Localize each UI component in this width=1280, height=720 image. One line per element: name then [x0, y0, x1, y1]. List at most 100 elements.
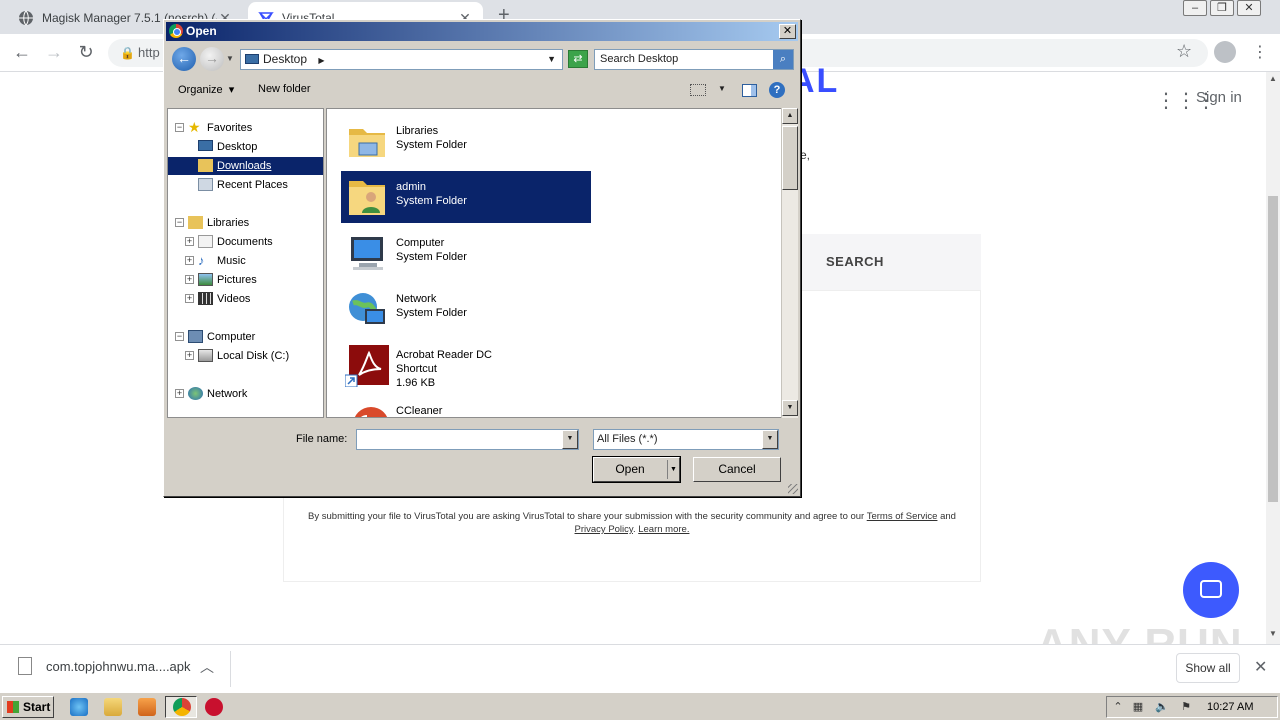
close-window-button[interactable]: ✕	[1237, 0, 1261, 16]
forward-arrow-icon[interactable]: →	[200, 47, 224, 71]
scroll-thumb[interactable]	[1268, 196, 1278, 502]
expand-icon[interactable]: +	[185, 351, 194, 360]
clock[interactable]: 10:27 AM	[1207, 701, 1253, 713]
resize-grip[interactable]	[788, 484, 798, 494]
expand-icon[interactable]: +	[185, 256, 194, 265]
chevron-down-icon[interactable]: ▼	[562, 430, 578, 449]
internet-explorer-icon[interactable]	[70, 698, 88, 716]
start-button[interactable]: Start	[2, 696, 54, 718]
back-arrow-icon[interactable]: ←	[172, 47, 196, 71]
collapse-icon[interactable]: −	[175, 332, 184, 341]
file-name: Acrobat Reader DC	[396, 349, 492, 361]
chrome-taskbar-button[interactable]	[165, 696, 197, 718]
show-hidden-icons-icon[interactable]: ⌃	[1111, 700, 1125, 714]
file-name-label: File name:	[296, 433, 348, 445]
expand-icon[interactable]: +	[185, 294, 194, 303]
file-item-network[interactable]: Network System Folder	[341, 283, 591, 335]
file-item-acrobat[interactable]: Acrobat Reader DC Shortcut 1.96 KB	[341, 339, 591, 391]
nav-recent-places[interactable]: Recent Places	[168, 176, 323, 194]
chevron-down-icon[interactable]: ▼	[718, 84, 726, 93]
scroll-up-icon[interactable]: ▲	[782, 108, 798, 124]
chat-button[interactable]	[1183, 562, 1239, 618]
sign-in-link[interactable]: Sign in	[1196, 89, 1242, 106]
file-name: Network	[396, 293, 437, 305]
help-icon[interactable]: ?	[769, 82, 785, 98]
profile-avatar[interactable]	[1214, 41, 1236, 63]
action-center-flag-icon[interactable]: ⚑	[1179, 700, 1193, 714]
dialog-close-button[interactable]: ✕	[779, 24, 796, 39]
minimize-button[interactable]: –	[1183, 0, 1207, 16]
chevron-up-icon[interactable]: ︿	[200, 657, 214, 677]
close-icon[interactable]: ✕	[1254, 657, 1267, 677]
open-button[interactable]: Open ▼	[592, 456, 681, 483]
chevron-down-icon[interactable]: ▼	[667, 460, 679, 479]
volume-icon[interactable]: 🔈	[1155, 700, 1169, 714]
nav-label: Local Disk (C:)	[217, 350, 290, 362]
expand-icon[interactable]: +	[175, 389, 184, 398]
videos-film-icon	[198, 292, 213, 305]
more-menu-icon[interactable]: ⋮	[1252, 42, 1268, 62]
file-item-admin[interactable]: admin System Folder	[341, 171, 591, 223]
location-breadcrumb[interactable]: Desktop ▶ ▼	[240, 49, 563, 70]
nav-local-disk[interactable]: + Local Disk (C:)	[168, 347, 323, 365]
privacy-link[interactable]: Privacy Policy	[575, 524, 633, 535]
scroll-down-icon[interactable]: ▼	[782, 400, 798, 416]
scroll-up-icon[interactable]: ▲	[1269, 74, 1277, 83]
chevron-down-icon[interactable]: ▼	[762, 430, 778, 449]
chevron-right-icon[interactable]: ▶	[318, 56, 324, 65]
collapse-icon[interactable]: −	[175, 218, 184, 227]
tab-search[interactable]: SEARCH	[826, 254, 884, 269]
refresh-icon[interactable]: ⇄	[568, 50, 588, 68]
chevron-down-icon[interactable]: ▼	[547, 50, 556, 69]
dialog-title-bar[interactable]: Open	[166, 22, 798, 41]
new-folder-button[interactable]: New folder	[258, 83, 311, 95]
nav-videos[interactable]: + Videos	[168, 290, 323, 308]
nav-libraries[interactable]: − Libraries	[168, 214, 323, 232]
show-all-button[interactable]: Show all	[1176, 653, 1240, 683]
file-list-scrollbar[interactable]: ▲ ▼	[781, 108, 798, 418]
explorer-folder-icon[interactable]	[104, 698, 122, 716]
downloads-folder-icon	[198, 159, 213, 172]
maximize-button[interactable]: ❐	[1210, 0, 1234, 16]
nav-network[interactable]: + Network	[168, 385, 323, 403]
page-scrollbar[interactable]: ▲ ▼	[1266, 72, 1280, 644]
nav-music[interactable]: + ♪ Music	[168, 252, 323, 270]
preview-pane-icon[interactable]	[742, 84, 757, 97]
nav-documents[interactable]: + Documents	[168, 233, 323, 251]
change-view-icon[interactable]	[690, 84, 706, 96]
download-item[interactable]: com.topjohnwu.ma....apk	[18, 657, 191, 675]
alert-icon[interactable]	[205, 698, 223, 716]
nav-label: Network	[207, 388, 248, 400]
collapse-icon[interactable]: −	[175, 123, 184, 132]
scroll-thumb[interactable]	[782, 126, 798, 190]
forward-arrow-icon[interactable]: →	[42, 42, 66, 63]
terms-link[interactable]: Terms of Service	[867, 511, 938, 522]
back-arrow-icon[interactable]: ←	[10, 42, 34, 63]
globe-icon	[18, 10, 34, 26]
nav-pictures[interactable]: + Pictures	[168, 271, 323, 289]
organize-label: Organize	[178, 84, 223, 96]
search-input[interactable]: Search Desktop ⌕	[594, 49, 794, 70]
reload-icon[interactable]: ↻	[74, 42, 98, 63]
nav-downloads[interactable]: Downloads	[168, 157, 323, 175]
media-player-icon[interactable]	[138, 698, 156, 716]
nav-favorites[interactable]: − ★ Favorites	[168, 119, 323, 137]
address-text: http	[138, 45, 160, 60]
learn-more-link[interactable]: Learn more.	[638, 524, 689, 535]
cancel-button[interactable]: Cancel	[693, 457, 781, 482]
expand-icon[interactable]: +	[185, 275, 194, 284]
nav-computer[interactable]: − Computer	[168, 328, 323, 346]
bookmark-star-icon[interactable]: ☆	[1176, 41, 1192, 62]
search-icon[interactable]: ⌕	[773, 50, 793, 69]
network-tray-icon[interactable]: ▦	[1131, 700, 1145, 714]
organize-button[interactable]: Organize ▾	[178, 83, 234, 96]
file-type-filter[interactable]: All Files (*.*) ▼	[593, 429, 779, 450]
nav-desktop[interactable]: Desktop	[168, 138, 323, 156]
file-item-computer[interactable]: Computer System Folder	[341, 227, 591, 279]
expand-icon[interactable]: +	[185, 237, 194, 246]
file-name-input[interactable]: ▼	[356, 429, 579, 450]
file-item-ccleaner[interactable]: CCleaner Shortcut	[341, 395, 591, 417]
file-item-libraries[interactable]: Libraries System Folder	[341, 115, 591, 167]
scroll-down-icon[interactable]: ▼	[1269, 629, 1277, 638]
history-dropdown-icon[interactable]: ▼	[226, 54, 234, 63]
